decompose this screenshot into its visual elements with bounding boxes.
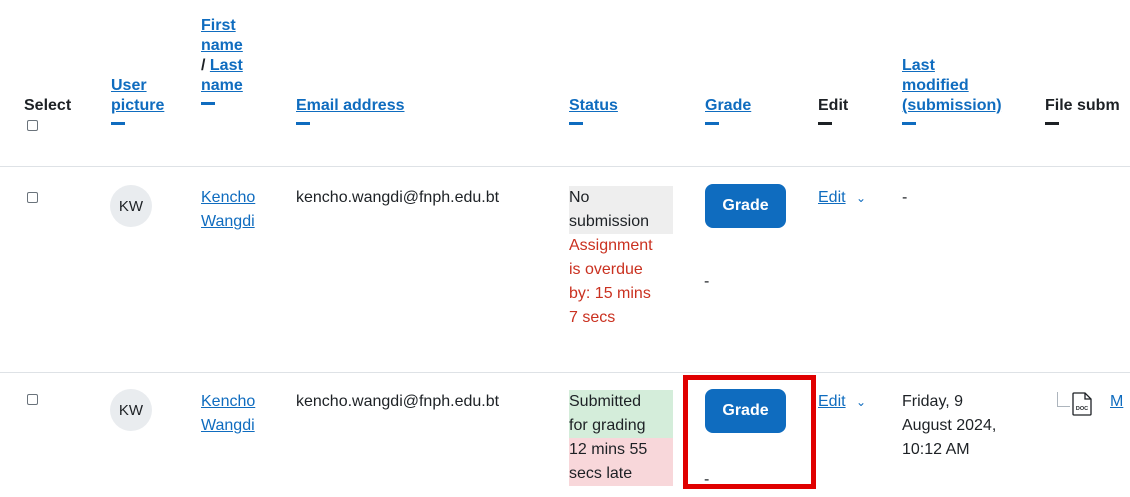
doc-file-icon: DOC (1071, 392, 1093, 421)
email-cell: kencho.wangdi@fnph.edu.bt (296, 189, 500, 206)
grade-button[interactable]: Grade (705, 389, 786, 433)
status-late: 12 mins 55 secs late (569, 438, 673, 486)
sort-dash-icon (111, 122, 125, 125)
edit-menu[interactable]: Edit ⌄ (818, 186, 866, 210)
status-no-submission: No submission (569, 186, 673, 234)
status-cell: No submission Assignment is overdue by: 1… (569, 186, 673, 330)
email-cell: kencho.wangdi@fnph.edu.bt (296, 393, 500, 410)
last-name-sort-link[interactable]: Last (210, 57, 243, 74)
grade-value: - (704, 471, 710, 488)
avatar-initials: KW (118, 197, 144, 215)
col-header-edit: Edit (818, 96, 848, 125)
sort-dash-icon (296, 122, 310, 125)
file-link[interactable]: M (1110, 390, 1123, 414)
col-header-status[interactable]: Status (569, 96, 618, 125)
status-cell: Submitted for grading 12 mins 55 secs late (569, 390, 673, 486)
sort-dash-icon (1045, 122, 1059, 125)
status-submitted: Submitted for grading (569, 390, 673, 438)
user-name[interactable]: Kencho Wangdi (201, 390, 255, 438)
grade-sort-link[interactable]: Grade (705, 97, 751, 114)
col-header-name: First name / Last name (201, 16, 243, 105)
file-tree-connector-icon (1057, 392, 1070, 407)
sort-dash-icon (818, 122, 832, 125)
avatar-initials: KW (118, 401, 144, 419)
edit-link[interactable]: Edit (818, 393, 846, 410)
last-modified-sort-link[interactable]: Last modified (submission) (902, 57, 1002, 114)
user-name[interactable]: Kencho Wangdi (201, 186, 255, 234)
col-header-email[interactable]: Email address (296, 96, 405, 125)
last-modified-cell: - (902, 189, 908, 206)
grade-value: - (704, 273, 710, 290)
col-header-file-submissions: File subm (1045, 96, 1120, 125)
select-all-checkbox[interactable] (27, 120, 38, 131)
grade-button[interactable]: Grade (705, 184, 786, 228)
select-label: Select (24, 97, 72, 114)
email-sort-link[interactable]: Email address (296, 97, 405, 114)
edit-header-label: Edit (818, 97, 849, 114)
first-name-sort-link[interactable]: First name (201, 17, 243, 54)
last-name-sort-link-2[interactable]: name (201, 77, 243, 94)
edit-link[interactable]: Edit (818, 189, 846, 206)
first-name-link[interactable]: Kencho (201, 393, 255, 410)
last-modified-cell: Friday, 9 August 2024, 10:12 AM (902, 393, 997, 458)
col-header-user-picture[interactable]: User picture (111, 76, 164, 125)
chevron-down-icon[interactable]: ⌄ (856, 395, 866, 409)
row-select-checkbox[interactable] (27, 394, 38, 405)
header-divider (0, 166, 1130, 167)
overdue-notice: Assignment is overdue by: 15 mins 7 secs (569, 237, 653, 326)
row-select-checkbox[interactable] (27, 192, 38, 203)
sort-dash-icon (569, 122, 583, 125)
file-submissions-label: File subm (1045, 97, 1120, 114)
col-header-grade[interactable]: Grade (705, 96, 751, 125)
chevron-down-icon[interactable]: ⌄ (856, 191, 866, 205)
status-sort-link[interactable]: Status (569, 97, 618, 114)
last-name-link[interactable]: Wangdi (201, 417, 255, 434)
avatar: KW (110, 389, 152, 431)
svg-text:DOC: DOC (1076, 406, 1088, 412)
sort-dash-icon (902, 122, 916, 125)
name-separator: / (201, 57, 210, 74)
last-name-link[interactable]: Wangdi (201, 213, 255, 230)
row-divider (0, 372, 1130, 373)
avatar: KW (110, 185, 152, 227)
sort-dash-icon (201, 102, 215, 105)
first-name-link[interactable]: Kencho (201, 189, 255, 206)
col-header-select: Select (24, 96, 71, 116)
user-picture-sort-link[interactable]: User picture (111, 77, 164, 114)
col-header-last-modified[interactable]: Last modified (submission) (902, 56, 1002, 125)
sort-dash-icon (705, 122, 719, 125)
edit-menu[interactable]: Edit ⌄ (818, 390, 866, 414)
